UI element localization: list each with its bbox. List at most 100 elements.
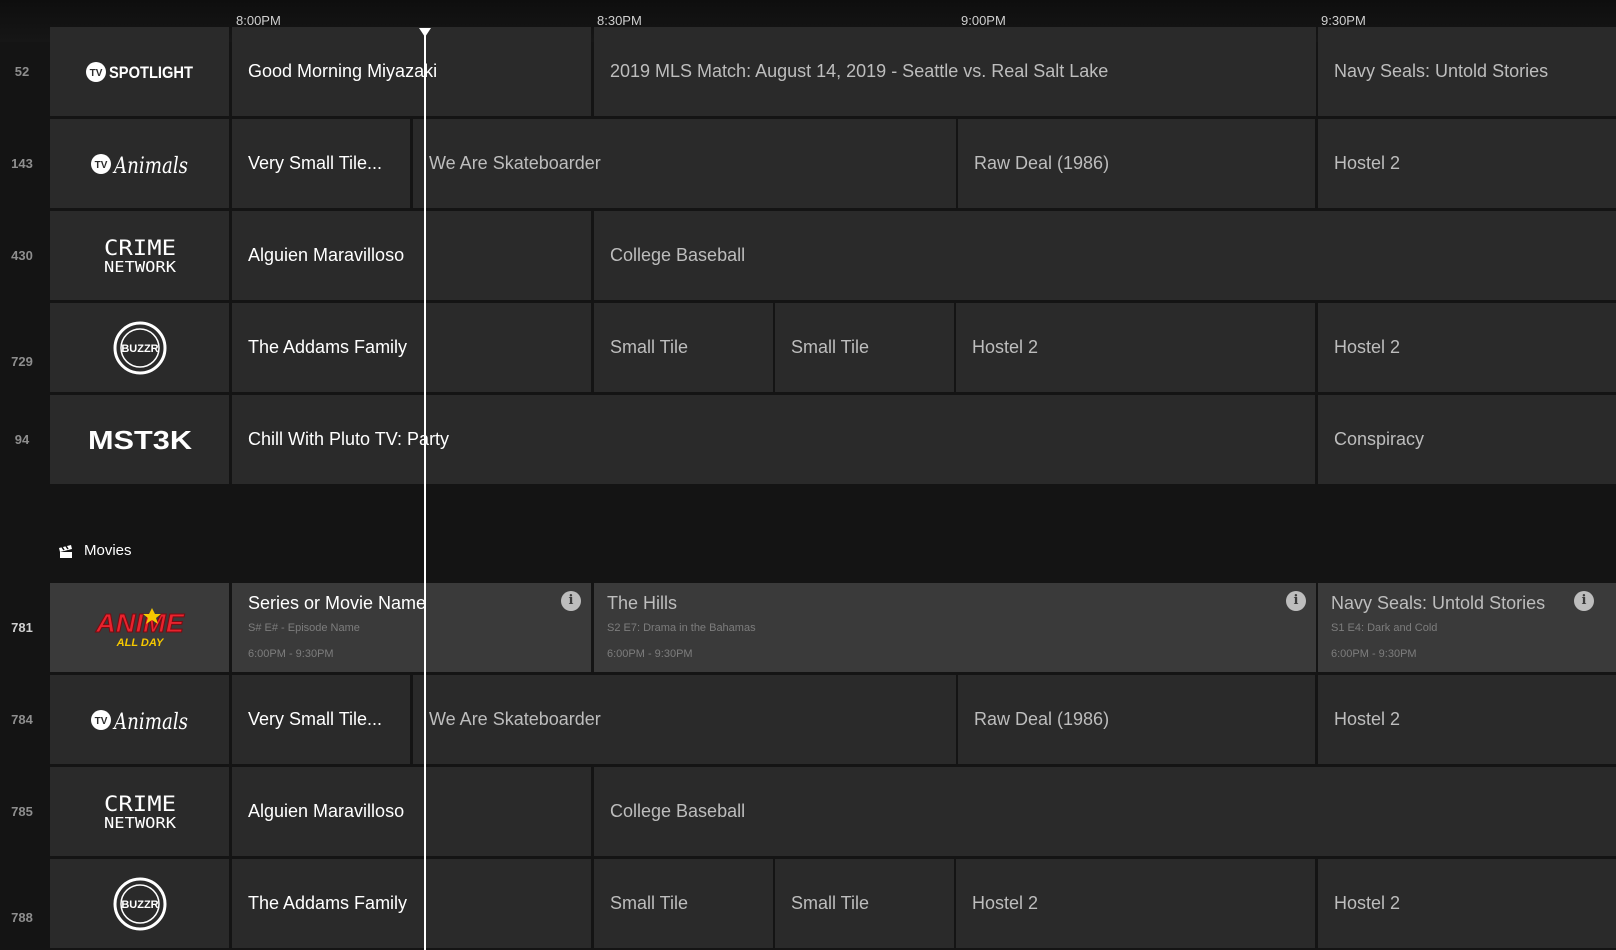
channel-logo-buzzr[interactable]: BUZZR — [50, 859, 229, 948]
channel-logo-crime-network[interactable]: CRIME NETWORK — [50, 767, 229, 856]
svg-text:MST3K: MST3K — [88, 425, 192, 455]
program-time: 6:00PM - 9:30PM — [607, 648, 693, 660]
tv-spotlight-logo: TV SPOTLIGHT — [85, 61, 194, 82]
program-time: 6:00PM - 9:30PM — [1331, 648, 1417, 660]
info-icon[interactable]: i — [561, 591, 581, 611]
program-tile[interactable]: Small Tile — [775, 303, 954, 392]
program-tile[interactable]: Alguien Maravilloso — [232, 767, 591, 856]
channel-row: 729 BUZZR The Addams Family Small Tile S… — [0, 303, 1616, 392]
channel-row: 94 MST3K Chill With Pluto TV: Party Cons… — [0, 395, 1616, 484]
program-tile[interactable]: Hostel 2 — [1318, 859, 1616, 948]
channel-row: 430 CRIME NETWORK Alguien Maravilloso Co… — [0, 211, 1616, 300]
info-icon[interactable]: i — [1574, 591, 1594, 611]
crime-network-logo: CRIME NETWORK — [104, 792, 176, 832]
program-tile[interactable]: Good Morning Miyazaki — [232, 27, 591, 116]
anime-all-day-logo: ANIME ALL DAY — [94, 607, 185, 649]
category-label: Movies — [84, 541, 132, 559]
svg-text:CRIME: CRIME — [104, 236, 176, 260]
mst3k-logo: MST3K — [88, 425, 192, 455]
program-tile[interactable]: Hostel 2 — [956, 303, 1315, 392]
channel-logo-mst3k[interactable]: MST3K — [50, 395, 229, 484]
time-label: 8:30PM — [597, 13, 642, 28]
program-tile[interactable]: 2019 MLS Match: August 14, 2019 - Seattl… — [594, 27, 1316, 116]
program-title: The Hills — [607, 593, 678, 613]
channel-row: 784 TV Animals Very Small Tile... We Are… — [0, 675, 1616, 764]
info-icon[interactable]: i — [1286, 591, 1306, 611]
program-tile-detail[interactable]: Navy Seals: Untold Stories S1 E4: Dark a… — [1318, 583, 1616, 672]
program-tile[interactable]: Hostel 2 — [1318, 675, 1616, 764]
program-tile[interactable]: Navy Seals: Untold Stories — [1318, 27, 1616, 116]
program-tile[interactable]: College Baseball — [594, 767, 1616, 856]
program-tile[interactable]: Small Tile — [594, 303, 773, 392]
channel-number: 729 — [11, 354, 33, 369]
program-title: Series or Movie Name — [248, 593, 427, 613]
program-tile[interactable]: Very Small Tile... — [232, 119, 410, 208]
program-tile-detail[interactable]: Series or Movie Name S# E# - Episode Nam… — [232, 583, 591, 672]
channel-row: 788 BUZZR The Addams Family Small Tile S… — [0, 859, 1616, 948]
svg-text:CRIME: CRIME — [104, 792, 176, 816]
program-tile[interactable]: The Addams Family — [232, 859, 591, 948]
program-tile[interactable]: Chill With Pluto TV: Party — [232, 395, 1315, 484]
time-label: 8:00PM — [236, 13, 281, 28]
channel-number: 784 — [11, 712, 33, 727]
svg-text:ALL DAY: ALL DAY — [115, 637, 164, 649]
channel-number: 781 — [11, 620, 33, 635]
clapper-icon — [59, 545, 72, 558]
channel-row: 143 TV Animals Very Small Tile... We Are… — [0, 119, 1616, 208]
svg-text:Animals: Animals — [112, 710, 188, 735]
program-tile[interactable]: We Are Skateboarder — [413, 119, 956, 208]
svg-text:TV: TV — [94, 716, 107, 727]
channel-number: 143 — [11, 156, 33, 171]
program-tile[interactable]: Hostel 2 — [1318, 303, 1616, 392]
category-header: Movies — [56, 541, 132, 559]
time-label: 9:30PM — [1321, 13, 1366, 28]
svg-text:TV: TV — [94, 160, 107, 171]
program-tile[interactable]: College Baseball — [594, 211, 1616, 300]
crime-network-logo: CRIME NETWORK — [104, 236, 176, 276]
channel-logo-anime-all-day[interactable]: ANIME ALL DAY — [50, 583, 229, 672]
svg-text:SPOTLIGHT: SPOTLIGHT — [109, 63, 194, 82]
channel-number: 430 — [11, 248, 33, 263]
channel-logo-tv-animals[interactable]: TV Animals — [50, 675, 229, 764]
program-tile[interactable]: Very Small Tile... — [232, 675, 410, 764]
program-tile[interactable]: We Are Skateboarder — [413, 675, 956, 764]
buzzr-logo: BUZZR — [113, 877, 166, 930]
program-tile[interactable]: Hostel 2 — [956, 859, 1315, 948]
buzzr-logo: BUZZR — [113, 321, 166, 374]
svg-text:Animals: Animals — [112, 154, 188, 179]
svg-text:NETWORK: NETWORK — [104, 258, 176, 276]
episode-name: S# E# - Episode Name — [248, 622, 360, 634]
channel-row: 785 CRIME NETWORK Alguien Maravilloso Co… — [0, 767, 1616, 856]
program-tile[interactable]: Alguien Maravilloso — [232, 211, 591, 300]
channel-number: 785 — [11, 804, 33, 819]
svg-text:NETWORK: NETWORK — [104, 814, 176, 832]
channel-number: 788 — [11, 910, 33, 925]
channel-logo-tv-animals[interactable]: TV Animals — [50, 119, 229, 208]
episode-name: S1 E4: Dark and Cold — [1331, 622, 1438, 634]
channel-logo-crime-network[interactable]: CRIME NETWORK — [50, 211, 229, 300]
channel-logo-buzzr[interactable]: BUZZR — [50, 303, 229, 392]
svg-text:BUZZR: BUZZR — [121, 899, 158, 911]
channel-row: 52 TV SPOTLIGHT Good Morning Miyazaki 20… — [0, 27, 1616, 116]
svg-text:TV: TV — [89, 68, 102, 79]
program-tile[interactable]: Small Tile — [775, 859, 954, 948]
tv-animals-logo: TV Animals — [90, 153, 188, 179]
program-tile[interactable]: Raw Deal (1986) — [958, 119, 1315, 208]
program-time: 6:00PM - 9:30PM — [248, 648, 334, 660]
program-tile[interactable]: Small Tile — [594, 859, 773, 948]
program-tile[interactable]: Raw Deal (1986) — [958, 675, 1315, 764]
svg-text:ANIME: ANIME — [94, 608, 184, 638]
channel-number: 94 — [14, 432, 30, 447]
tv-animals-logo: TV Animals — [90, 709, 188, 735]
channel-logo-tv-spotlight[interactable]: TV SPOTLIGHT — [50, 27, 229, 116]
program-tile[interactable]: The Addams Family — [232, 303, 591, 392]
program-tile[interactable]: Hostel 2 — [1318, 119, 1616, 208]
current-time-line — [424, 33, 426, 950]
channel-row-selected: 781 ANIME ALL DAY Series or Movie Name S… — [0, 583, 1616, 672]
program-tile[interactable]: Conspiracy — [1318, 395, 1616, 484]
program-tile-detail[interactable]: The Hills S2 E7: Drama in the Bahamas 6:… — [594, 583, 1316, 672]
time-label: 9:00PM — [961, 13, 1006, 28]
channel-number: 52 — [14, 64, 30, 79]
svg-text:BUZZR: BUZZR — [121, 343, 158, 355]
program-title: Navy Seals: Untold Stories — [1331, 593, 1546, 613]
